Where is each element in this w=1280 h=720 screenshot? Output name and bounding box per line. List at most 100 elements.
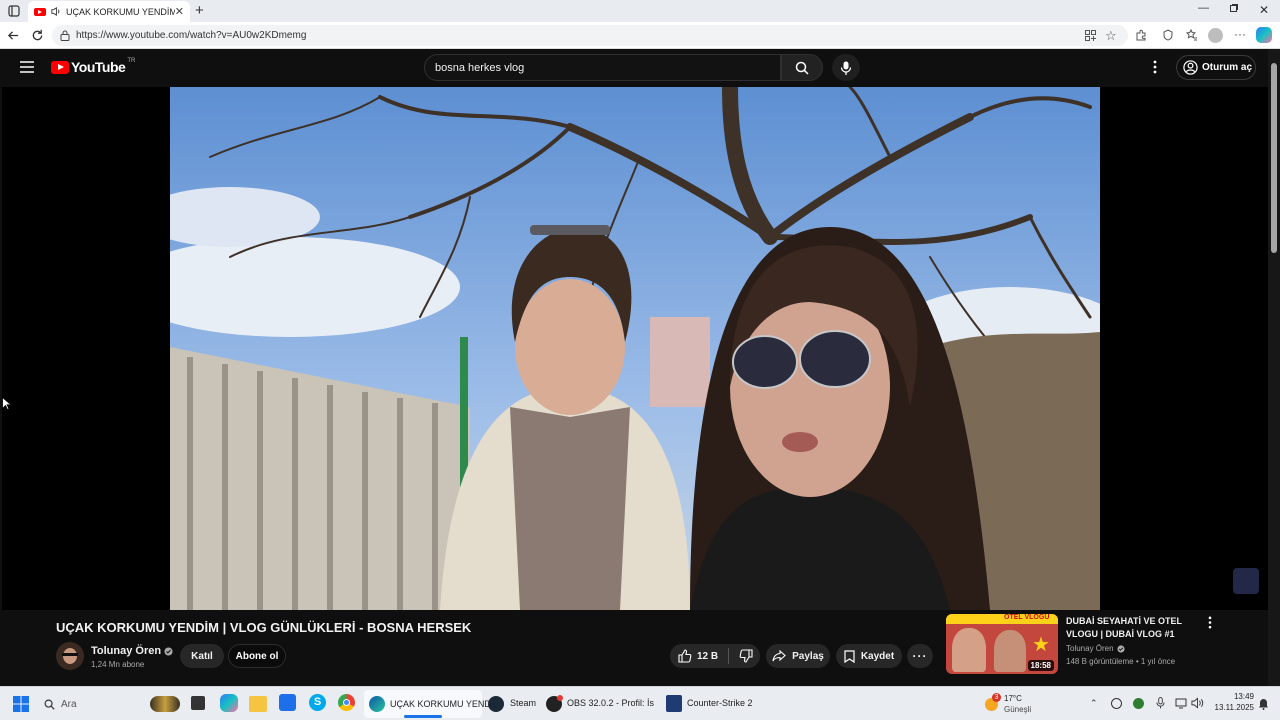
settings-more-icon[interactable]: ···: [1234, 27, 1246, 41]
menu-icon[interactable]: [20, 61, 34, 73]
file-explorer-icon[interactable]: [249, 696, 267, 712]
favorite-star-icon[interactable]: ☆: [1105, 28, 1117, 44]
tray-volume-icon[interactable]: [1191, 697, 1204, 709]
search-input[interactable]: bosna herkes vlog: [424, 54, 781, 81]
profile-avatar[interactable]: [1208, 28, 1223, 43]
steam-icon[interactable]: [488, 696, 504, 712]
skype-icon[interactable]: S: [309, 694, 326, 711]
browser-tab-active[interactable]: UÇAK KORKUMU YENDİM | V ✕: [28, 1, 190, 22]
microsoft-store-icon[interactable]: [279, 694, 296, 711]
tray-network-icon[interactable]: [1175, 697, 1187, 709]
video-title: UÇAK KORKUMU YENDİM | VLOG GÜNLÜKLERİ - …: [56, 620, 472, 635]
sign-in-button[interactable]: Oturum aç: [1176, 55, 1256, 80]
youtube-header: YouTube TR bosna herkes vlog Oturum aç: [0, 49, 1268, 87]
back-icon[interactable]: [7, 29, 20, 42]
browser-tab-bar: UÇAK KORKUMU YENDİM | V ✕ + — ✕: [0, 0, 1280, 22]
dislike-button[interactable]: [739, 649, 753, 663]
taskbar-app-steam-label[interactable]: Steam: [510, 698, 536, 708]
share-button[interactable]: Paylaş: [766, 644, 830, 668]
refresh-icon[interactable]: [31, 29, 44, 42]
youtube-logo[interactable]: YouTube TR: [51, 58, 135, 75]
channel-avatar[interactable]: [56, 642, 84, 670]
share-icon: [772, 650, 786, 662]
more-horizontal-icon: ···: [912, 649, 928, 663]
favorites-icon[interactable]: [1186, 29, 1198, 41]
page-scrollbar[interactable]: [1268, 49, 1280, 686]
counter-strike-icon[interactable]: [666, 695, 682, 712]
recommended-title-line2: VLOGU | DUBAİ VLOG #1: [1066, 629, 1175, 639]
verified-icon: [1116, 644, 1125, 653]
tray-security-icon[interactable]: [1133, 698, 1144, 709]
windows-start-icon[interactable]: [13, 696, 29, 712]
video-info-section: UÇAK KORKUMU YENDİM | VLOG GÜNLÜKLERİ - …: [2, 610, 1268, 686]
thumbnail-star-icon: ★: [1032, 634, 1050, 656]
minimize-icon[interactable]: —: [1198, 2, 1209, 14]
weather-desc: Güneşli: [1004, 705, 1032, 714]
tray-sync-icon[interactable]: [1111, 698, 1122, 709]
active-app-indicator: [404, 715, 442, 718]
like-button[interactable]: 12 B: [670, 649, 718, 663]
voice-search-button[interactable]: [832, 54, 860, 81]
taskbar-search-placeholder: Ara: [61, 698, 77, 710]
recommended-channel: Tolunay Ören: [1066, 644, 1114, 653]
join-label: Katıl: [191, 650, 213, 662]
recommended-title-line1: DUBAİ SEYAHATİ VE OTEL: [1066, 616, 1183, 626]
thumbs-down-icon: [739, 649, 753, 663]
share-label: Paylaş: [792, 650, 824, 662]
browser-essentials-icon[interactable]: [1162, 29, 1174, 41]
tray-expand-icon[interactable]: ⌃: [1090, 698, 1098, 709]
copilot-icon[interactable]: [1256, 27, 1272, 43]
search-icon: [44, 699, 55, 710]
weather-temp: 17°C: [1004, 694, 1022, 703]
recommended-more-icon[interactable]: [1208, 616, 1212, 629]
subscribe-label: Abone ol: [235, 650, 279, 662]
taskbar-app-obs-label[interactable]: OBS 32.0.2 - Profil: İsims: [567, 698, 654, 708]
scrollbar-thumb[interactable]: [1271, 63, 1277, 253]
tab-title: UÇAK KORKUMU YENDİM | V: [66, 6, 175, 17]
tab-actions-icon[interactable]: [8, 5, 20, 17]
sign-in-label: Oturum aç: [1202, 62, 1253, 73]
tab-close-icon[interactable]: ✕: [175, 5, 184, 18]
join-button[interactable]: Katıl: [180, 644, 224, 668]
taskbar-widget-icon[interactable]: [150, 696, 180, 712]
bookmark-icon: [844, 649, 855, 663]
channel-name-row[interactable]: Tolunay Ören: [91, 645, 173, 657]
taskbar-app-edge[interactable]: UÇAK KORKUMU YENDİ: [364, 690, 493, 718]
clock[interactable]: 13:49 13.11.2025: [1208, 692, 1254, 712]
speaker-icon[interactable]: [50, 6, 61, 17]
restore-icon[interactable]: [1229, 3, 1239, 13]
browser-address-bar: https://www.youtube.com/watch?v=AU0w2KDm…: [0, 22, 1280, 49]
close-window-icon[interactable]: ✕: [1259, 3, 1269, 17]
new-tab-icon[interactable]: +: [195, 2, 204, 19]
recommended-thumbnail[interactable]: OTEL VLOGU ★ 18:58: [946, 614, 1058, 674]
subscriber-count: 1,24 Mn abone: [91, 660, 145, 669]
app-available-icon[interactable]: [1085, 30, 1096, 41]
task-view-icon[interactable]: [191, 696, 205, 710]
channel-name[interactable]: Tolunay Ören: [91, 645, 161, 657]
account-icon: [1183, 60, 1198, 75]
notification-bell-icon[interactable]: [1258, 698, 1269, 710]
url-bar[interactable]: https://www.youtube.com/watch?v=AU0w2KDm…: [52, 25, 1128, 46]
more-options-icon[interactable]: [1153, 60, 1157, 74]
url-text: https://www.youtube.com/watch?v=AU0w2KDm…: [76, 30, 307, 41]
youtube-logo-text: YouTube: [71, 59, 126, 75]
save-button[interactable]: Kaydet: [836, 644, 902, 668]
weather-widget[interactable]: 3 17°C Güneşli: [983, 691, 1053, 717]
search-button[interactable]: [781, 54, 823, 81]
chrome-icon[interactable]: [338, 694, 355, 711]
subscribe-button[interactable]: Abone ol: [228, 644, 286, 668]
clock-time: 13:49: [1233, 692, 1254, 701]
obs-recording-dot: [557, 695, 563, 701]
site-info-icon[interactable]: [60, 30, 70, 41]
video-frame: [170, 87, 1100, 610]
more-actions-button[interactable]: ···: [907, 644, 933, 668]
copilot-app-icon[interactable]: [220, 694, 238, 712]
taskbar-app-cs2-label[interactable]: Counter-Strike 2: [687, 698, 753, 708]
divider: [728, 648, 730, 664]
extensions-icon[interactable]: [1135, 29, 1147, 41]
miniplayer-overlay-icon[interactable]: [1233, 568, 1259, 594]
tray-microphone-icon[interactable]: [1156, 697, 1165, 709]
video-player[interactable]: [170, 87, 1100, 610]
recommended-meta: 148 B görüntüleme • 1 yıl önce: [1066, 657, 1176, 666]
recommended-video[interactable]: OTEL VLOGU ★ 18:58 DUBAİ SEYAHATİ VE OTE…: [946, 614, 1264, 684]
